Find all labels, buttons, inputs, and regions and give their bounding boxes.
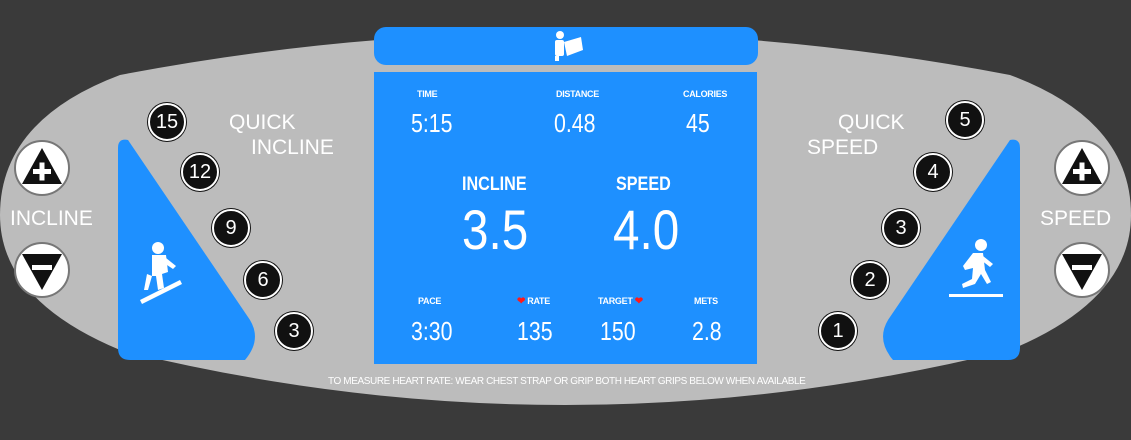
quick-speed-5-button[interactable]: 5 — [946, 101, 984, 139]
quick-incline-label-line1: QUICK — [229, 111, 296, 134]
quick-incline-15-button[interactable]: 15 — [148, 103, 186, 141]
speed-down-button[interactable] — [1054, 242, 1110, 298]
incline-control-label: INCLINE — [10, 207, 93, 230]
runner-icon — [949, 239, 1003, 297]
distance-label: DISTANCE — [556, 89, 599, 99]
calories-value: 45 — [686, 108, 710, 138]
minus-icon — [22, 254, 62, 290]
target-label-group: TARGET ❤ — [598, 296, 643, 307]
calories-label: CALORIES — [683, 89, 728, 99]
climber-icon — [140, 242, 182, 304]
speed-display-value: 4.0 — [613, 198, 680, 261]
heart-rate-instruction: TO MEASURE HEART RATE: WEAR CHEST STRAP … — [328, 376, 806, 387]
distance-value: 0.48 — [554, 108, 596, 138]
pace-label: PACE — [418, 296, 442, 306]
incline-down-button[interactable] — [14, 242, 70, 298]
quick-speed-label-line1: QUICK — [838, 111, 905, 134]
time-value: 5:15 — [411, 108, 453, 138]
target-value: 150 — [600, 316, 636, 346]
heart-icon: ❤ — [517, 296, 526, 307]
incline-display-label: INCLINE — [462, 174, 527, 195]
reading-book-icon — [555, 31, 583, 61]
treadmill-console: TIME 5:15 DISTANCE 0.48 CALORIES 45 INCL… — [0, 0, 1131, 440]
quick-speed-1-button[interactable]: 1 — [819, 312, 857, 350]
quick-incline-9-button[interactable]: 9 — [212, 209, 250, 247]
speed-control-label: SPEED — [1040, 207, 1112, 230]
quick-incline-12-button[interactable]: 12 — [181, 153, 219, 191]
plus-icon — [22, 148, 62, 184]
quick-incline-3-button[interactable]: 3 — [275, 312, 313, 350]
target-label: TARGET — [598, 296, 633, 306]
mets-label: METS — [694, 296, 718, 306]
quick-incline-label-line2: INCLINE — [251, 136, 334, 159]
quick-speed-2-button[interactable]: 2 — [851, 261, 889, 299]
incline-display-value: 3.5 — [462, 198, 529, 261]
pace-value: 3:30 — [411, 316, 453, 346]
time-label: TIME — [417, 89, 438, 99]
plus-icon — [1062, 148, 1102, 184]
minus-icon — [1062, 254, 1102, 290]
rate-label: RATE — [527, 296, 550, 306]
quick-speed-3-button[interactable]: 3 — [882, 209, 920, 247]
speed-up-button[interactable] — [1054, 140, 1110, 196]
mets-value: 2.8 — [692, 316, 722, 346]
rate-label-group: ❤ RATE — [517, 296, 550, 307]
rate-value: 135 — [517, 316, 553, 346]
quick-incline-6-button[interactable]: 6 — [244, 261, 282, 299]
speed-display-label: SPEED — [616, 174, 671, 195]
heart-icon: ❤ — [634, 296, 643, 307]
quick-speed-label-line2: SPEED — [807, 136, 879, 159]
quick-speed-4-button[interactable]: 4 — [914, 153, 952, 191]
incline-up-button[interactable] — [14, 140, 70, 196]
